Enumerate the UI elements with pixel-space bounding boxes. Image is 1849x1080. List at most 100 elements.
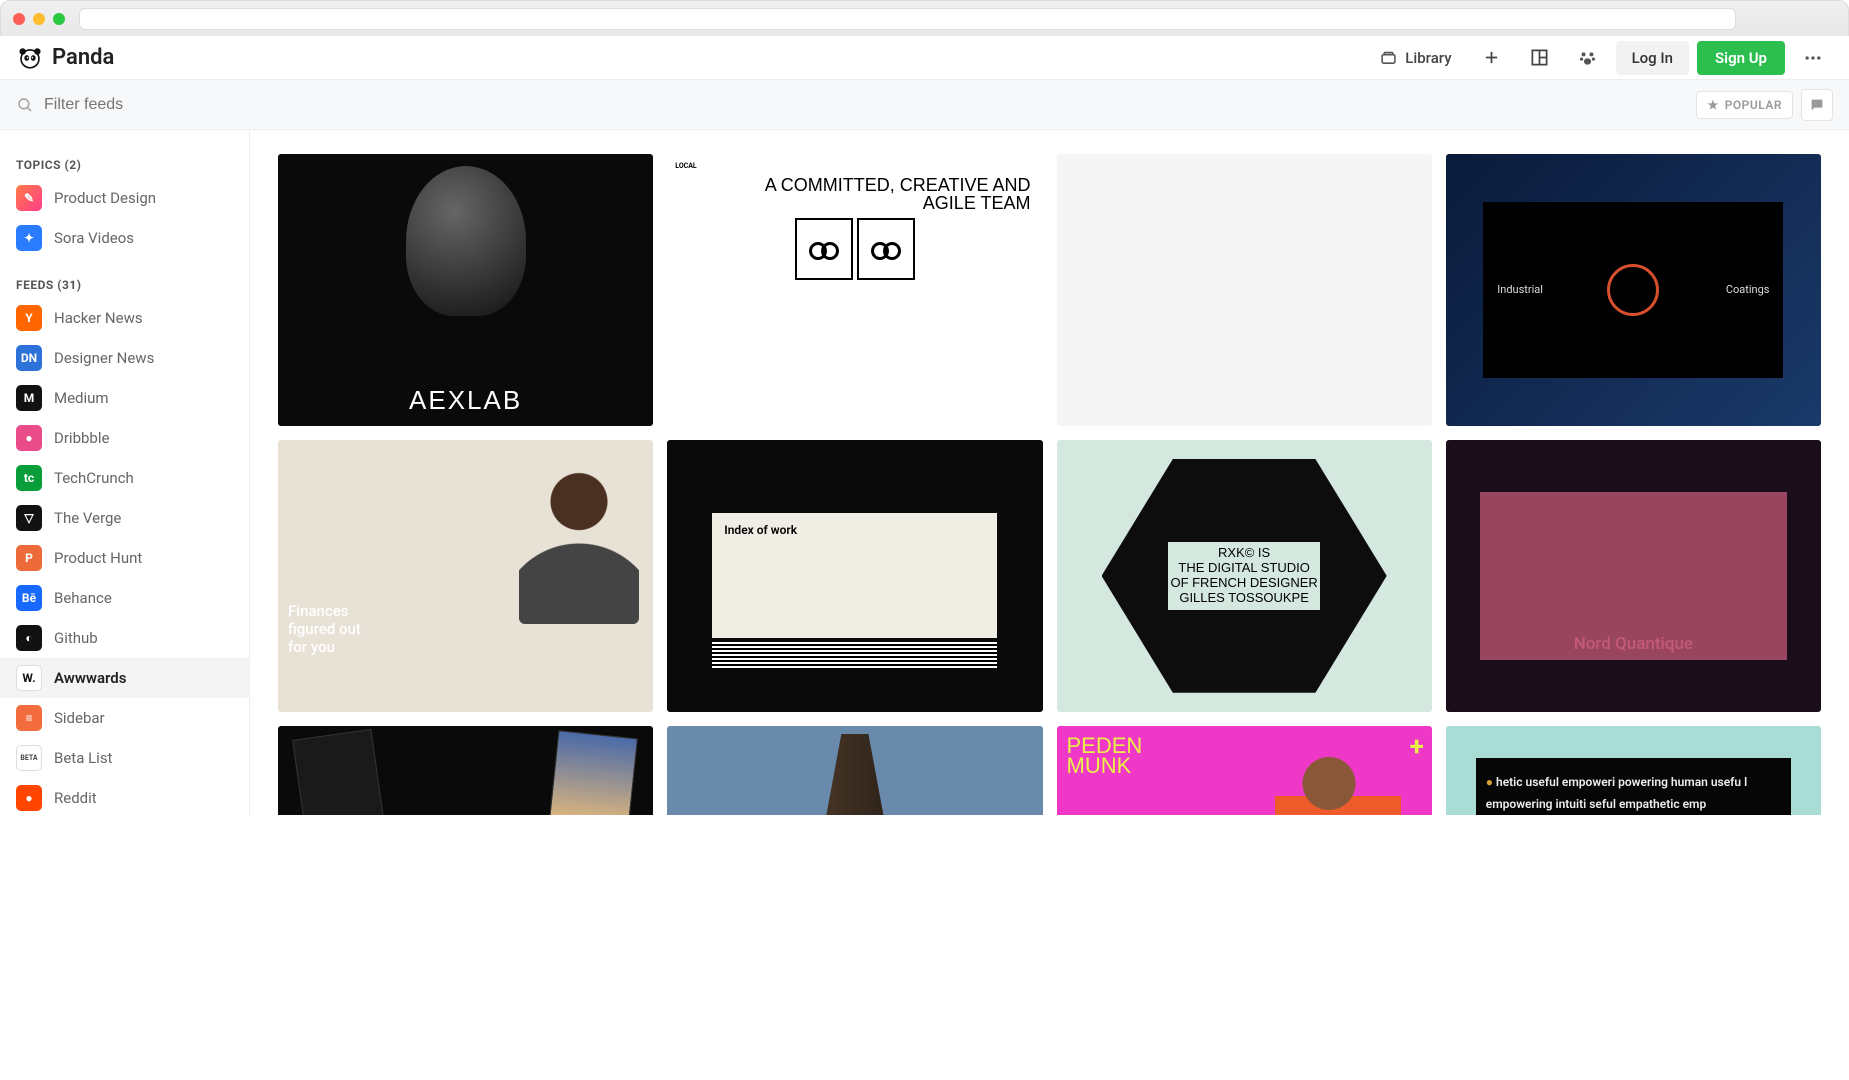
thumbnail-card[interactable]: RXK© IS THE DIGITAL STUDIO OF FRENCH DES…: [1057, 440, 1432, 712]
feeds-header: FEEDS (31): [0, 272, 249, 298]
topic-icon: ✦: [16, 225, 42, 251]
topbar: Panda Library Log In Sign Up: [0, 36, 1849, 80]
star-icon: ★: [1707, 98, 1718, 112]
sidebar-item-github[interactable]: ◐ Github: [0, 618, 249, 658]
feed-icon: DN: [16, 345, 42, 371]
feed-icon: tc: [16, 465, 42, 491]
chat-button[interactable]: [1801, 89, 1833, 121]
browser-chrome: [0, 0, 1849, 36]
filter-bar: ★ POPULAR: [0, 80, 1849, 130]
sidebar-item-label: Designer News: [54, 349, 154, 367]
sidebar-item-label: Product Design: [54, 189, 156, 207]
feed-icon: W.: [16, 665, 42, 691]
sidebar-item-label: The Verge: [54, 509, 121, 527]
sidebar-item-label: Sora Videos: [54, 229, 134, 247]
library-icon: [1380, 49, 1397, 66]
add-button[interactable]: [1472, 38, 1512, 78]
card-title: Finances figured out for you: [288, 602, 361, 656]
sidebar-item-label: Behance: [54, 589, 112, 607]
sidebar-item-product-hunt[interactable]: P Product Hunt: [0, 538, 249, 578]
main: TOPICS (2) ✎ Product Design ✦ Sora Videos F…: [0, 130, 1849, 815]
sidebar: TOPICS (2) ✎ Product Design ✦ Sora Videos F…: [0, 130, 250, 815]
sidebar-item-the-verge[interactable]: ▽ The Verge: [0, 498, 249, 538]
sidebar-item-awwwards[interactable]: W. Awwwards: [0, 658, 249, 698]
sidebar-item-dribbble[interactable]: ● Dribbble: [0, 418, 249, 458]
thumbnail-grid: AEXLAB LOCAL A COMMITTED, CREATIVE AND A…: [278, 154, 1821, 815]
sidebar-item-label: Hacker News: [54, 309, 143, 327]
card-label: Coatings: [1726, 283, 1770, 296]
sidebar-item-label: Sidebar: [54, 709, 105, 727]
sidebar-item-label: TechCrunch: [54, 469, 134, 487]
thumbnail-card[interactable]: A MODERN HEIRLOOM: [667, 726, 1042, 815]
card-title: RXK© IS THE DIGITAL STUDIO OF FRENCH DES…: [1168, 542, 1319, 610]
signup-button[interactable]: Sign Up: [1697, 41, 1785, 75]
brand-name: Panda: [52, 45, 114, 70]
sidebar-item-label: Awwwards: [54, 669, 126, 687]
thumbnail-card[interactable]: Finances figured out for you: [278, 440, 653, 712]
maximize-window-button[interactable]: [53, 13, 65, 25]
thumbnail-card[interactable]: LOCAL A COMMITTED, CREATIVE AND AGILE TE…: [667, 154, 1042, 426]
topic-icon: ✎: [16, 185, 42, 211]
more-button[interactable]: [1793, 38, 1833, 78]
paw-button[interactable]: [1568, 38, 1608, 78]
sidebar-item-medium[interactable]: M Medium: [0, 378, 249, 418]
sidebar-item-product-design[interactable]: ✎ Product Design: [0, 178, 249, 218]
layout-button[interactable]: [1520, 38, 1560, 78]
thumbnail-card[interactable]: hetic useful empoweri powering human use…: [1446, 726, 1821, 815]
thumbnail-card[interactable]: Industrial Coatings: [1446, 154, 1821, 426]
feed-icon: Y: [16, 305, 42, 331]
feed-icon: ●: [16, 425, 42, 451]
card-tag: LOCAL: [675, 162, 1034, 170]
sidebar-item-beta-list[interactable]: BETA Beta List: [0, 738, 249, 778]
minimize-window-button[interactable]: [33, 13, 45, 25]
thumbnail-card[interactable]: Nord Quantique: [1446, 440, 1821, 712]
sidebar-item-behance[interactable]: Bē Behance: [0, 578, 249, 618]
sidebar-item-techcrunch[interactable]: tc TechCrunch: [0, 458, 249, 498]
sidebar-item-label: Beta List: [54, 749, 112, 767]
traffic-lights: [13, 13, 65, 25]
search-icon: [16, 96, 34, 114]
thumbnail-card[interactable]: Index of work: [667, 440, 1042, 712]
sidebar-item-sidebar[interactable]: ≡ Sidebar: [0, 698, 249, 738]
library-label: Library: [1405, 49, 1451, 67]
close-window-button[interactable]: [13, 13, 25, 25]
sidebar-item-label: Dribbble: [54, 429, 109, 447]
filter-input-wrap: [16, 96, 1696, 114]
sidebar-item-label: Reddit: [54, 789, 97, 807]
card-title: Nord Quantique: [1574, 634, 1693, 654]
sidebar-item-reddit[interactable]: ● Reddit: [0, 778, 249, 815]
top-actions: Library Log In Sign Up: [1368, 38, 1833, 78]
feed-icon: ≡: [16, 705, 42, 731]
thumbnail-card[interactable]: NIGHT: [278, 726, 653, 815]
sidebar-item-label: Medium: [54, 389, 109, 407]
library-button[interactable]: Library: [1368, 49, 1463, 67]
sidebar-item-hacker-news[interactable]: Y Hacker News: [0, 298, 249, 338]
feed-icon: BETA: [16, 745, 42, 771]
filter-input[interactable]: [44, 96, 1696, 114]
feed-icon: ●: [16, 785, 42, 811]
feed-icon: ▽: [16, 505, 42, 531]
topics-header: TOPICS (2): [0, 152, 249, 178]
thumbnail-card[interactable]: [1057, 154, 1432, 426]
card-title: Index of work: [724, 523, 797, 537]
feed-icon: Bē: [16, 585, 42, 611]
card-label: Industrial: [1497, 283, 1543, 296]
card-title: A COMMITTED, CREATIVE AND AGILE TEAM: [723, 176, 1030, 212]
thumbnail-card[interactable]: AEXLAB: [278, 154, 653, 426]
sidebar-item-designer-news[interactable]: DN Designer News: [0, 338, 249, 378]
feed-icon: M: [16, 385, 42, 411]
popular-button[interactable]: ★ POPULAR: [1696, 91, 1793, 119]
panda-logo-icon: [16, 44, 44, 72]
feed-icon: P: [16, 545, 42, 571]
content: AEXLAB LOCAL A COMMITTED, CREATIVE AND A…: [250, 130, 1849, 815]
sidebar-item-label: Github: [54, 629, 98, 647]
sidebar-item-label: Product Hunt: [54, 549, 142, 567]
card-text: hetic useful empoweri powering human use…: [1476, 758, 1791, 815]
login-button[interactable]: Log In: [1616, 41, 1689, 75]
url-bar[interactable]: [79, 8, 1736, 30]
card-title: AEXLAB: [409, 385, 522, 416]
thumbnail-card[interactable]: PEDEN MUNK +: [1057, 726, 1432, 815]
sidebar-item-sora-videos[interactable]: ✦ Sora Videos: [0, 218, 249, 258]
brand[interactable]: Panda: [16, 44, 114, 72]
feed-icon: ◐: [16, 625, 42, 651]
